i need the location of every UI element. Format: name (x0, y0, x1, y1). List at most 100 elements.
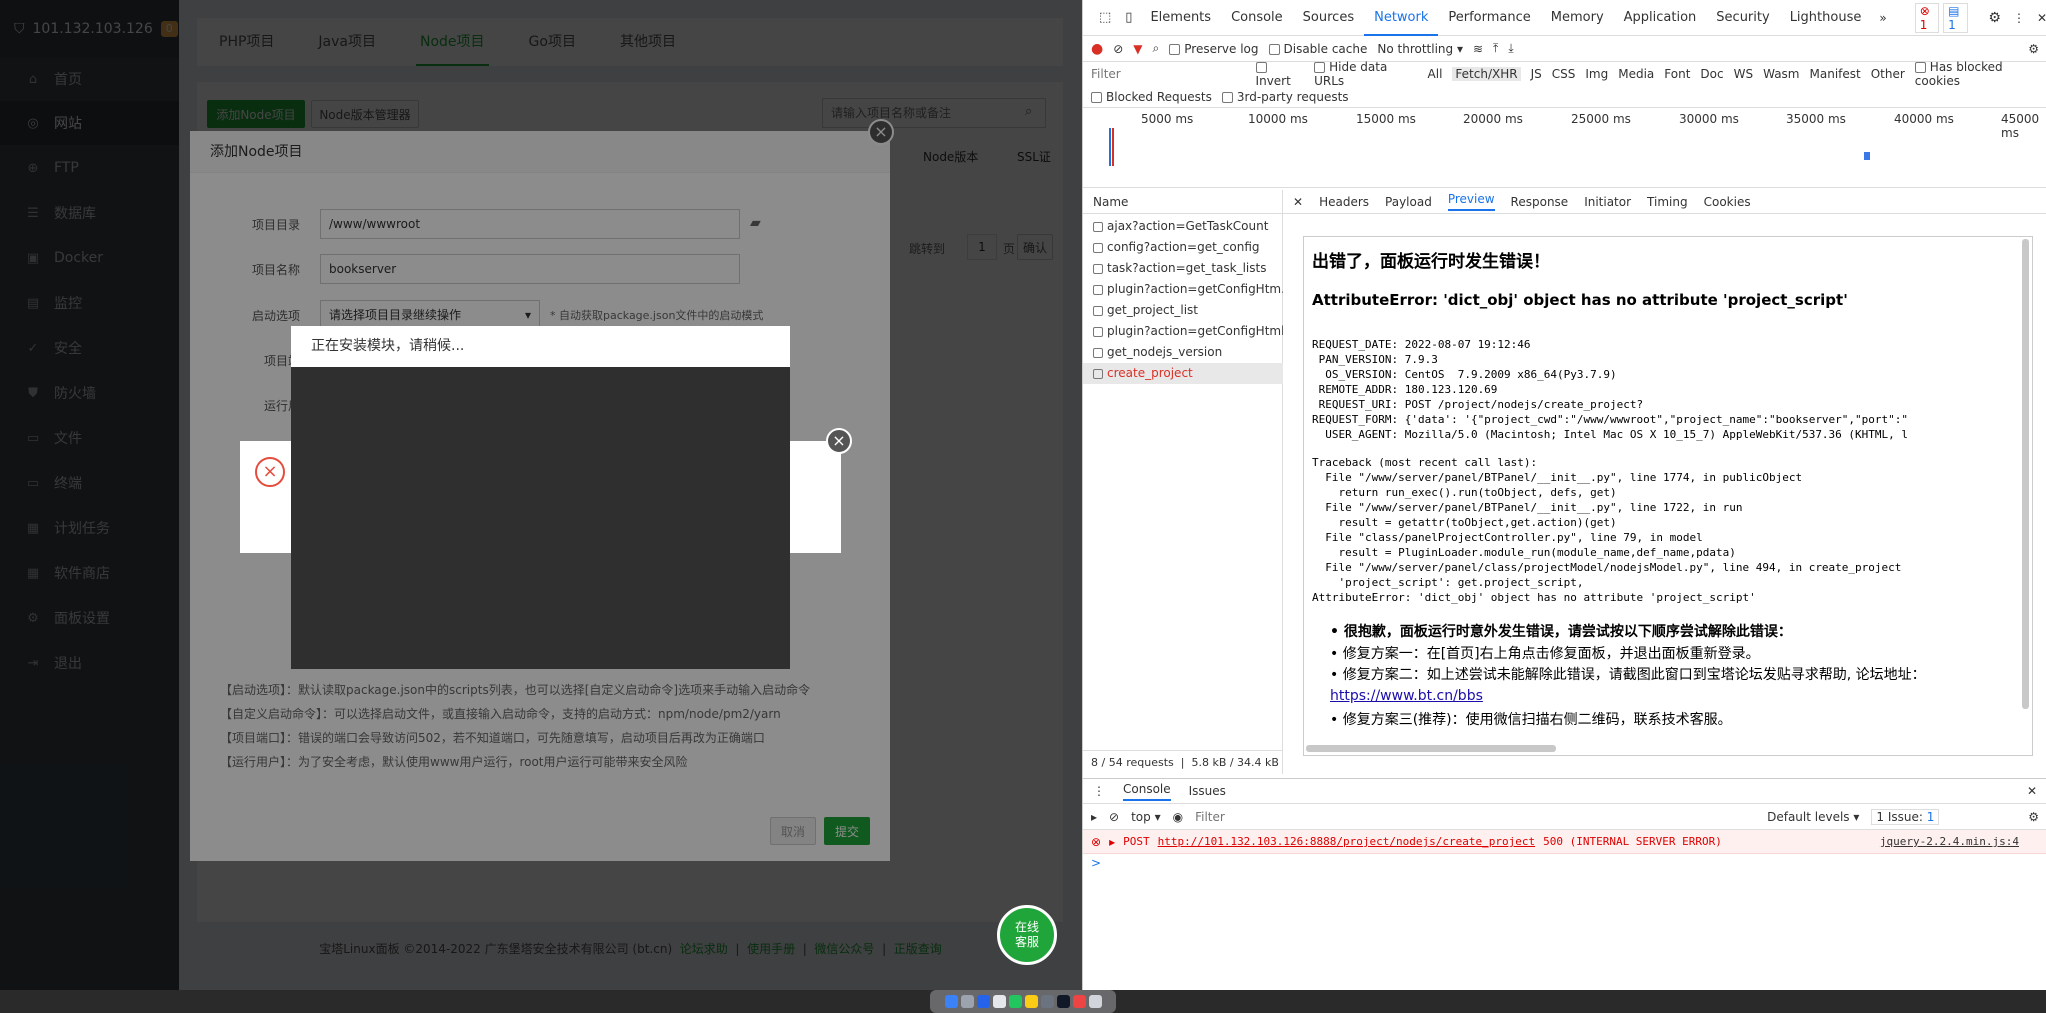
disable-cache-checkbox[interactable]: Disable cache (1268, 42, 1367, 56)
import-har-icon[interactable]: ⤒ (1493, 41, 1498, 56)
context-select[interactable]: top ▾ (1131, 810, 1161, 824)
filter-type-wasm[interactable]: Wasm (1763, 67, 1799, 81)
console-filter-input[interactable] (1195, 809, 1756, 824)
preview-request-details: REQUEST_DATE: 2022-08-07 19:12:46 PAN_VE… (1312, 338, 1909, 441)
tab-console-drawer[interactable]: Console (1123, 782, 1171, 801)
preserve-log-checkbox[interactable]: Preserve log (1169, 42, 1259, 56)
filter-hide-data-urls[interactable]: Hide data URLs (1314, 60, 1417, 88)
app-icon[interactable] (1072, 995, 1086, 1008)
filter-type-css[interactable]: CSS (1552, 67, 1576, 81)
horizontal-scrollbar[interactable] (1306, 745, 1556, 752)
tab-issues[interactable]: Issues (1189, 784, 1226, 798)
online-support-button[interactable]: 在线 客服 (997, 905, 1057, 965)
tab-headers[interactable]: Headers (1319, 195, 1369, 209)
request-row-selected[interactable]: create_project (1083, 363, 1283, 384)
issues-button[interactable]: 1 Issue: 1 (1871, 808, 1940, 825)
filter-type-other[interactable]: Other (1871, 67, 1905, 81)
error-count-badge[interactable]: ⊗ 1 (1914, 2, 1940, 33)
filter-invert[interactable]: Invert (1255, 60, 1305, 88)
network-settings-icon[interactable]: ⚙ (2028, 42, 2039, 56)
app-icon[interactable] (992, 995, 1006, 1008)
tab-memory[interactable]: Memory (1541, 0, 1614, 36)
request-row[interactable]: task?action=get_task_lists (1083, 258, 1283, 279)
app-icon[interactable] (1040, 995, 1054, 1008)
filter-blocked-cookies[interactable]: Has blocked cookies (1914, 60, 2046, 88)
filter-type-media[interactable]: Media (1618, 67, 1654, 81)
close-devtools-icon[interactable]: ✕ (2037, 11, 2046, 25)
tab-performance[interactable]: Performance (1438, 0, 1540, 36)
wifi-icon[interactable]: ≋ (1473, 42, 1483, 56)
more-tabs-icon[interactable]: » (1871, 11, 1894, 25)
error-source-link[interactable]: jquery-2.2.4.min.js:4 (1880, 834, 2019, 849)
vertical-scrollbar[interactable] (2022, 239, 2029, 709)
filter-type-manifest[interactable]: Manifest (1810, 67, 1861, 81)
close-detail-icon[interactable]: ✕ (1293, 195, 1303, 209)
request-row[interactable]: get_nodejs_version (1083, 342, 1283, 363)
network-filter-input[interactable] (1091, 67, 1246, 81)
sidebar-toggle-icon[interactable]: ▸ (1091, 810, 1097, 824)
response-preview[interactable]: 出错了，面板运行时发生错误！ AttributeError: 'dict_obj… (1303, 236, 2033, 756)
error-box-close-icon[interactable]: × (826, 428, 852, 454)
device-toggle-icon[interactable]: ▯ (1117, 10, 1140, 25)
request-list-header[interactable]: Name (1083, 190, 1283, 214)
tab-console[interactable]: Console (1221, 0, 1293, 36)
app-icon[interactable] (976, 995, 990, 1008)
tab-lighthouse[interactable]: Lighthouse (1780, 0, 1872, 36)
tab-security[interactable]: Security (1706, 0, 1779, 36)
chrome-icon[interactable] (1024, 995, 1038, 1008)
search-icon[interactable]: ⌕ (1153, 41, 1160, 56)
expand-icon[interactable]: ▸ (1109, 835, 1115, 849)
filter-type-fetch-xhr[interactable]: Fetch/XHR (1452, 67, 1521, 81)
blocked-requests-checkbox[interactable]: Blocked Requests (1091, 90, 1212, 104)
tab-cookies[interactable]: Cookies (1704, 195, 1751, 209)
tab-sources[interactable]: Sources (1293, 0, 1364, 36)
timeline-tick: 40000 ms (1894, 112, 1954, 126)
finder-icon[interactable] (944, 995, 958, 1008)
settings-gear-icon[interactable]: ⚙ (1988, 10, 2001, 26)
record-icon[interactable]: ● (1091, 41, 1103, 57)
filter-type-font[interactable]: Font (1664, 67, 1690, 81)
log-levels-select[interactable]: Default levels ▾ (1767, 810, 1859, 824)
tab-response[interactable]: Response (1511, 195, 1569, 209)
request-row[interactable]: plugin?action=getConfigHtml (1083, 321, 1283, 342)
request-row[interactable]: config?action=get_config (1083, 237, 1283, 258)
eye-icon[interactable]: ◉ (1173, 810, 1183, 824)
close-drawer-icon[interactable]: ✕ (2027, 784, 2037, 798)
request-row[interactable]: get_project_list (1083, 300, 1283, 321)
third-party-checkbox[interactable]: 3rd-party requests (1221, 90, 1349, 104)
console-prompt[interactable]: > (1091, 856, 1101, 870)
request-name: get_nodejs_version (1107, 345, 1223, 359)
launchpad-icon[interactable] (960, 995, 974, 1008)
tab-application[interactable]: Application (1614, 0, 1707, 36)
tab-initiator[interactable]: Initiator (1584, 195, 1631, 209)
network-timeline[interactable]: 5000 ms 10000 ms 15000 ms 20000 ms 25000… (1083, 108, 2046, 188)
tab-elements[interactable]: Elements (1140, 0, 1221, 36)
filter-type-js[interactable]: JS (1531, 67, 1542, 81)
filter-type-all[interactable]: All (1428, 67, 1443, 81)
console-error-row[interactable]: ⊗ ▸ POST http://101.132.103.126:8888/pro… (1083, 830, 2046, 854)
kebab-menu-icon[interactable]: ⋮ (2013, 11, 2025, 25)
wechat-icon[interactable] (1008, 995, 1022, 1008)
request-row[interactable]: ajax?action=GetTaskCount (1083, 216, 1283, 237)
filter-funnel-icon[interactable]: ▼ (1133, 42, 1142, 56)
bt-forum-link[interactable]: https://www.bt.cn/bbs (1330, 688, 1483, 704)
throttling-select[interactable]: No throttling ▾ (1377, 42, 1463, 56)
filter-type-img[interactable]: Img (1585, 67, 1608, 81)
request-row[interactable]: plugin?action=getConfigHtm... (1083, 279, 1283, 300)
tab-payload[interactable]: Payload (1385, 195, 1432, 209)
tab-preview[interactable]: Preview (1447, 192, 1495, 211)
terminal-icon[interactable] (1056, 995, 1070, 1008)
tab-network[interactable]: Network (1364, 0, 1439, 36)
console-settings-icon[interactable]: ⚙ (2028, 810, 2039, 824)
clear-icon[interactable]: ⊘ (1113, 42, 1123, 56)
inspect-icon[interactable]: ⬚ (1093, 10, 1117, 25)
drawer-menu-icon[interactable]: ⋮ (1093, 784, 1105, 798)
error-url[interactable]: http://101.132.103.126:8888/project/node… (1158, 834, 1536, 849)
clear-console-icon[interactable]: ⊘ (1109, 810, 1119, 824)
export-har-icon[interactable]: ⤓ (1508, 41, 1513, 56)
tab-timing[interactable]: Timing (1647, 195, 1688, 209)
info-count-badge[interactable]: ▤ 1 (1943, 2, 1969, 33)
filter-type-doc[interactable]: Doc (1700, 67, 1723, 81)
trash-icon[interactable] (1088, 995, 1102, 1008)
filter-type-ws[interactable]: WS (1734, 67, 1753, 81)
